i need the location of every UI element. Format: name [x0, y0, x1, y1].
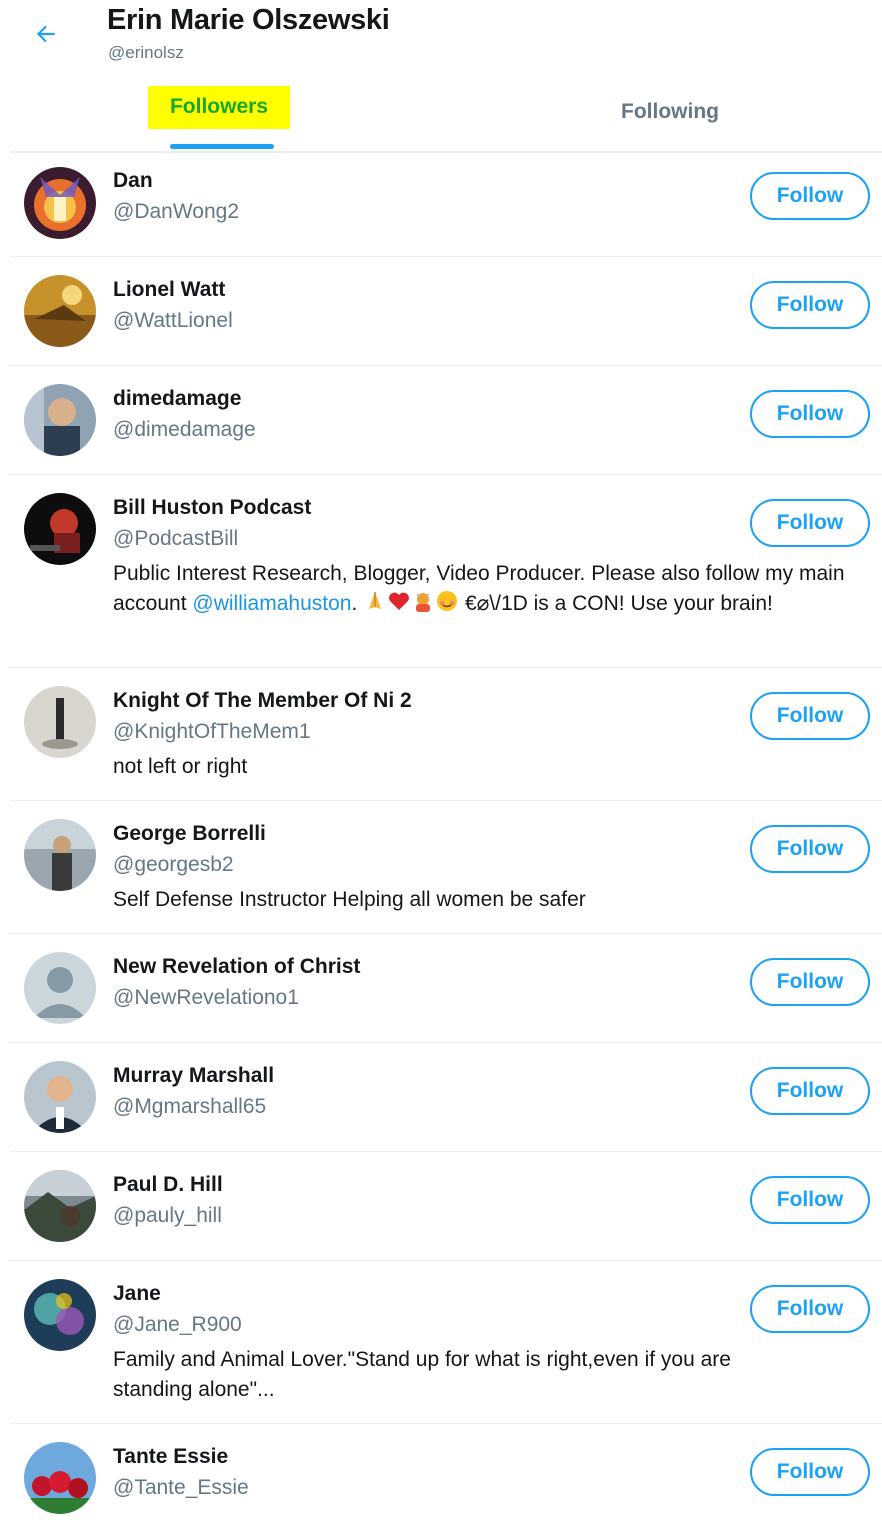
follow-button[interactable]: Follow	[750, 1285, 870, 1333]
list-item[interactable]: Knight Of The Member Of Ni 2 @KnightOfTh…	[10, 668, 882, 801]
avatar[interactable]	[24, 1061, 96, 1133]
user-name[interactable]: Lionel Watt	[113, 278, 225, 302]
list-item[interactable]: Dan @DanWong2 Follow	[10, 153, 882, 257]
tab-following[interactable]: Following	[570, 85, 770, 151]
user-name[interactable]: New Revelation of Christ	[113, 955, 360, 979]
follow-button[interactable]: Follow	[750, 172, 870, 220]
user-handle[interactable]: @Jane_R900	[113, 1313, 242, 1337]
avatar[interactable]	[24, 1170, 96, 1242]
list-item[interactable]: New Revelation of Christ @NewRevelationo…	[10, 934, 882, 1043]
user-handle[interactable]: @PodcastBill	[113, 527, 238, 551]
user-handle[interactable]: @KnightOfTheMem1	[113, 720, 311, 744]
follow-button[interactable]: Follow	[750, 1176, 870, 1224]
praying-hands-emoji-icon	[369, 592, 382, 609]
list-item[interactable]: Bill Huston Podcast @PodcastBill Public …	[10, 475, 882, 668]
user-name[interactable]: Bill Huston Podcast	[113, 496, 311, 520]
follow-button[interactable]: Follow	[750, 390, 870, 438]
bio-text: €⌀\/1D is a CON! Use your brain!	[459, 592, 773, 615]
smiling-face-emoji-icon	[437, 591, 458, 611]
user-handle[interactable]: @Mgmarshall65	[113, 1095, 266, 1119]
user-bio: not left or right	[113, 755, 248, 778]
red-heart-emoji-icon	[389, 592, 410, 610]
profile-handle: @erinolsz	[108, 43, 184, 62]
default-avatar-icon[interactable]	[24, 952, 96, 1024]
avatar[interactable]	[24, 1279, 96, 1351]
person-bowing-emoji-icon	[416, 593, 431, 612]
user-handle[interactable]: @DanWong2	[113, 200, 239, 224]
followers-list: Dan @DanWong2 Follow Lionel Watt @WattLi…	[10, 153, 882, 1525]
user-name[interactable]: George Borrelli	[113, 822, 266, 846]
list-item[interactable]: George Borrelli @georgesb2 Self Defense …	[10, 801, 882, 934]
user-handle[interactable]: @WattLionel	[113, 309, 233, 333]
user-name[interactable]: Dan	[113, 169, 153, 193]
follow-button[interactable]: Follow	[750, 1448, 870, 1496]
avatar[interactable]	[24, 167, 96, 239]
list-item[interactable]: Murray Marshall @Mgmarshall65 Follow	[10, 1043, 882, 1152]
user-handle[interactable]: @pauly_hill	[113, 1204, 222, 1228]
tab-bar: Followers Following	[10, 85, 882, 153]
follow-button[interactable]: Follow	[750, 1067, 870, 1115]
user-name[interactable]: Jane	[113, 1282, 161, 1306]
list-item[interactable]: Jane @Jane_R900 Family and Animal Lover.…	[10, 1261, 882, 1424]
avatar[interactable]	[24, 819, 96, 891]
bio-text: .	[351, 592, 364, 615]
list-item[interactable]: dimedamage @dimedamage Follow	[10, 366, 882, 475]
bio-mention-link[interactable]: @williamahuston	[192, 592, 351, 615]
user-bio: Self Defense Instructor Helping all wome…	[113, 888, 586, 911]
user-bio: Public Interest Research, Blogger, Video…	[113, 559, 863, 619]
user-handle[interactable]: @NewRevelationo1	[113, 986, 299, 1010]
profile-header: Erin Marie Olszewski @erinolsz Followers…	[0, 0, 882, 153]
back-button[interactable]	[30, 18, 62, 50]
avatar[interactable]	[24, 1442, 96, 1514]
avatar[interactable]	[24, 493, 96, 565]
user-name[interactable]: dimedamage	[113, 387, 241, 411]
user-bio: Family and Animal Lover."Stand up for wh…	[113, 1348, 731, 1401]
user-name[interactable]: Knight Of The Member Of Ni 2	[113, 689, 412, 713]
user-name[interactable]: Tante Essie	[113, 1445, 228, 1469]
back-arrow-icon	[36, 25, 55, 43]
tab-followers-label: Followers	[147, 86, 291, 129]
tab-following-label: Following	[621, 100, 719, 123]
list-item[interactable]: Lionel Watt @WattLionel Follow	[10, 257, 882, 366]
list-item[interactable]: Tante Essie @Tante_Essie Follow	[10, 1424, 882, 1525]
user-handle[interactable]: @Tante_Essie	[113, 1476, 249, 1500]
follow-button[interactable]: Follow	[750, 692, 870, 740]
active-tab-indicator	[170, 144, 274, 149]
follow-button[interactable]: Follow	[750, 281, 870, 329]
list-item[interactable]: Paul D. Hill @pauly_hill Follow	[10, 1152, 882, 1261]
follow-button[interactable]: Follow	[750, 958, 870, 1006]
avatar[interactable]	[24, 275, 96, 347]
user-name[interactable]: Paul D. Hill	[113, 1173, 223, 1197]
user-handle[interactable]: @georgesb2	[113, 853, 234, 877]
user-handle[interactable]: @dimedamage	[113, 418, 256, 442]
profile-name: Erin Marie Olszewski	[107, 4, 390, 36]
user-name[interactable]: Murray Marshall	[113, 1064, 274, 1088]
follow-button[interactable]: Follow	[750, 499, 870, 547]
avatar[interactable]	[24, 384, 96, 456]
tab-followers[interactable]: Followers	[147, 85, 291, 151]
follow-button[interactable]: Follow	[750, 825, 870, 873]
avatar[interactable]	[24, 686, 96, 758]
